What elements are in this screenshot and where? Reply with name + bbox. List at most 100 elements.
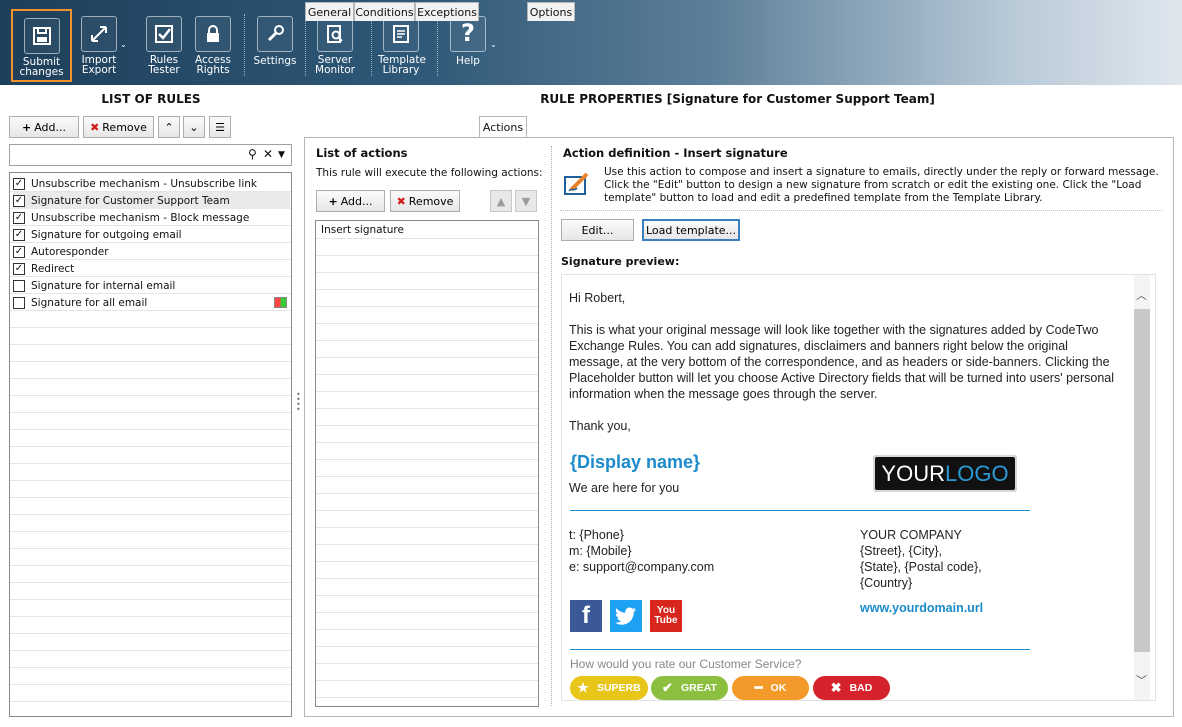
checkbox[interactable]: ✓ — [13, 194, 25, 207]
street-text: {Street}, {City}, — [860, 544, 942, 558]
email-text: e: support@company.com — [569, 560, 715, 574]
tab-conditions[interactable]: Conditions — [354, 2, 415, 21]
rule-item[interactable]: ✓ Signature for Customer Support Team — [13, 192, 290, 209]
rating-bad-button[interactable]: ✖ BAD — [813, 676, 890, 700]
clear-icon[interactable]: ✕ — [263, 147, 273, 161]
move-down-button[interactable]: ⌄ — [183, 116, 205, 138]
chevron-down-icon: ▼ — [521, 194, 531, 208]
help-dropdown-icon[interactable]: ⌄ — [490, 40, 497, 49]
toolbar-separator — [244, 14, 245, 76]
rule-item[interactable]: ✓ Redirect — [13, 260, 290, 277]
preview-scrollbar[interactable]: ︿ ﹀ — [1134, 275, 1150, 700]
checkbox[interactable]: ✓ — [13, 177, 25, 190]
logo: YOUR LOGO — [873, 455, 1017, 492]
rules-search-input[interactable]: ⚲ ✕ ▼ — [9, 144, 292, 166]
minus-icon: ━ — [754, 680, 763, 695]
delete-icon: ✖ — [90, 120, 100, 134]
state-text: {State}, {Postal code}, — [860, 560, 982, 574]
check-icon: ✔ — [662, 680, 673, 695]
import-export-dropdown-icon[interactable]: ⌄ — [120, 40, 127, 49]
rule-item[interactable]: Signature for internal email — [13, 277, 290, 294]
rating-ok-button[interactable]: ━ OK — [732, 676, 809, 700]
chevron-down-icon[interactable]: ﹀ — [1136, 672, 1147, 688]
search-icon[interactable]: ⚲ — [248, 147, 257, 161]
signature-preview-label: Signature preview: — [561, 255, 680, 268]
thanks-text: Thank you, — [569, 419, 631, 433]
delete-icon: ✖ — [396, 194, 406, 208]
toolbar-separator — [371, 14, 372, 76]
rules-tester-button[interactable]: Rules Tester — [143, 9, 185, 82]
list-item[interactable]: Insert signature — [321, 224, 404, 236]
action-up-button[interactable]: ▲ — [490, 190, 512, 212]
tab-options[interactable]: Options — [527, 2, 575, 21]
tab-actions[interactable]: Actions — [479, 116, 527, 138]
rule-item[interactable]: Signature for all email — [13, 294, 290, 311]
checkbox[interactable] — [13, 296, 25, 309]
company-text: YOUR COMPANY — [860, 528, 962, 542]
tab-exceptions[interactable]: Exceptions — [415, 2, 479, 21]
rule-item[interactable]: ✓ Signature for outgoing email — [13, 226, 290, 243]
rating-superb-button[interactable]: ★ SUPERB — [570, 676, 648, 700]
chevron-up-icon: ▲ — [496, 194, 506, 208]
save-icon — [23, 18, 60, 54]
remove-rule-button[interactable]: ✖ Remove — [83, 116, 154, 138]
wrench-icon — [257, 16, 293, 52]
dropdown-icon[interactable]: ▼ — [278, 150, 285, 160]
load-template-button[interactable]: Load template... — [642, 219, 740, 241]
submit-changes-button[interactable]: Submit changes — [11, 9, 72, 82]
splitter-handle[interactable]: • • • • — [296, 391, 301, 414]
move-up-button[interactable]: ⌃ — [158, 116, 180, 138]
star-icon: ★ — [577, 680, 589, 695]
checkbox-icon — [146, 16, 182, 52]
scrollbar-thumb[interactable] — [1134, 309, 1150, 652]
rule-item[interactable]: ✓ Unsubscribe mechanism - Unsubscribe lin… — [13, 175, 290, 192]
checkbox[interactable]: ✓ — [13, 228, 25, 241]
country-text: {Country} — [860, 576, 913, 590]
website-link[interactable]: www.yourdomain.url — [860, 601, 983, 615]
divider — [560, 210, 1162, 211]
phone-text: t: {Phone} — [569, 528, 624, 542]
divider — [570, 510, 1030, 511]
help-icon: ? — [450, 16, 486, 52]
twitter-icon[interactable] — [610, 600, 642, 632]
rating-great-button[interactable]: ✔ GREAT — [651, 676, 728, 700]
settings-button[interactable]: Settings — [253, 9, 297, 82]
import-export-icon — [81, 16, 117, 52]
checkbox[interactable]: ✓ — [13, 211, 25, 224]
rule-item[interactable]: ✓ Autoresponder — [13, 243, 290, 260]
rule-properties-title: RULE PROPERTIES [Signature for Customer … — [540, 92, 935, 106]
facebook-icon[interactable]: f — [570, 600, 602, 632]
import-export-button[interactable]: Import Export — [78, 9, 120, 82]
action-down-button[interactable]: ▼ — [515, 190, 537, 212]
close-icon: ✖ — [830, 680, 842, 695]
youtube-icon[interactable]: You Tube — [650, 600, 682, 632]
checkbox[interactable]: ✓ — [13, 262, 25, 275]
access-rights-button[interactable]: Access Rights — [192, 9, 234, 82]
body-text: This is what your original message will … — [569, 323, 1115, 401]
display-name: {Display name} — [570, 452, 701, 472]
checkbox[interactable] — [13, 279, 25, 292]
rule-item[interactable]: ✓ Unsubscribe mechanism - Block message — [13, 209, 290, 226]
edit-button[interactable]: Edit... — [561, 219, 634, 241]
tab-general[interactable]: General — [305, 2, 354, 21]
menu-button[interactable]: ☰ — [209, 116, 231, 138]
checkbox[interactable]: ✓ — [13, 245, 25, 258]
greeting-text: Hi Robert, — [569, 291, 626, 305]
add-action-button[interactable]: + Add... — [316, 190, 385, 212]
plus-icon: + — [21, 120, 32, 134]
remove-action-button[interactable]: ✖ Remove — [390, 190, 460, 212]
toolbar-separator — [305, 14, 306, 76]
monitor-search-icon — [317, 16, 353, 52]
action-definition-title: Action definition - Insert signature — [563, 146, 788, 160]
toolbar-separator — [437, 14, 438, 76]
list-of-actions-subtitle: This rule will execute the following act… — [316, 167, 543, 179]
rules-list: ✓ Unsubscribe mechanism - Unsubscribe lin… — [9, 172, 292, 717]
color-flag-icon — [274, 297, 287, 308]
chevron-up-icon: ⌃ — [164, 120, 174, 134]
divider — [570, 649, 1030, 650]
chevron-up-icon[interactable]: ︿ — [1136, 287, 1147, 303]
add-rule-button[interactable]: + Add... — [9, 116, 79, 138]
actions-list: Insert signature — [315, 220, 539, 707]
list-of-actions-title: List of actions — [316, 146, 408, 160]
list-of-rules-title: LIST OF RULES — [101, 92, 201, 106]
